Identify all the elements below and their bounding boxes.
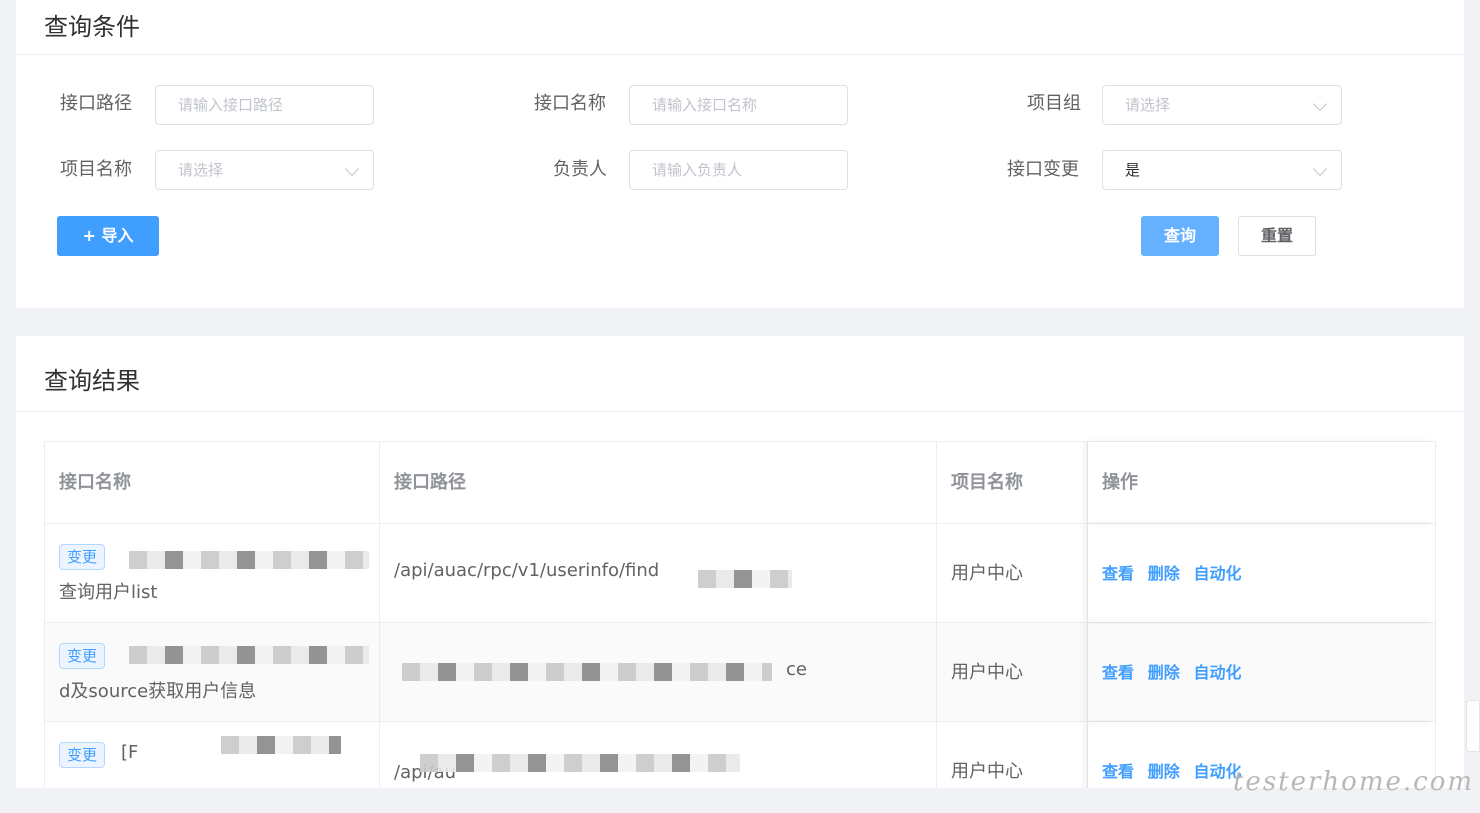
name-input[interactable]: 请输入接口名称 <box>629 85 848 125</box>
interface-name: d及source获取用户信息 <box>59 681 257 702</box>
redacted-block <box>402 663 772 681</box>
view-link[interactable]: 查看 <box>1102 762 1134 781</box>
interface-path: ce <box>786 659 807 680</box>
query-title: 查询条件 <box>16 0 1464 55</box>
chevron-down-icon <box>1312 96 1328 112</box>
column-header: 接口路径 <box>380 442 937 523</box>
delete-link[interactable]: 删除 <box>1148 564 1180 583</box>
actions-cell: 查看 删除 自动化 <box>1088 524 1435 622</box>
redacted-block <box>420 754 740 772</box>
project-cell: 用户中心 <box>937 524 1088 622</box>
automation-link[interactable]: 自动化 <box>1194 564 1242 583</box>
owner-label: 负责人 <box>553 159 607 180</box>
query-card: 查询条件 接口路径 请输入接口路径 接口名称 请输入接口名称 项目组 请选择 项… <box>16 0 1464 308</box>
delete-link[interactable]: 删除 <box>1148 663 1180 682</box>
delete-link[interactable]: 删除 <box>1148 762 1180 781</box>
redacted-block <box>129 646 369 664</box>
results-title: 查询结果 <box>16 336 1464 412</box>
column-header: 操作 <box>1088 442 1435 523</box>
search-button[interactable]: 查询 <box>1141 216 1219 256</box>
results-card: 查询结果 接口名称 接口路径 项目名称 操作 变更 查询用户list /api/… <box>16 336 1464 788</box>
group-label: 项目组 <box>1027 93 1081 114</box>
redacted-block <box>698 570 792 588</box>
project-cell: 用户中心 <box>937 722 1088 788</box>
interface-path: /api/auac/rpc/v1/userinfo/find <box>394 560 660 581</box>
column-header: 项目名称 <box>937 442 1088 523</box>
chevron-down-icon <box>344 161 360 177</box>
view-link[interactable]: 查看 <box>1102 564 1134 583</box>
change-tag: 变更 <box>59 742 106 768</box>
change-select[interactable]: 是 <box>1102 150 1342 190</box>
project-cell: 用户中心 <box>937 623 1088 721</box>
reset-button[interactable]: 重置 <box>1238 216 1316 256</box>
path-cell: ce <box>380 623 937 721</box>
change-label: 接口变更 <box>1007 159 1079 180</box>
results-table: 接口名称 接口路径 项目名称 操作 变更 查询用户list /api/auac/… <box>44 441 1436 788</box>
import-button[interactable]: + 导入 <box>57 216 159 256</box>
scroll-handle[interactable] <box>1466 700 1480 752</box>
project-select[interactable]: 请选择 <box>155 150 374 190</box>
redacted-block <box>129 551 369 569</box>
name-cell: 变更 查询用户list <box>45 524 380 622</box>
change-tag: 变更 <box>59 544 106 570</box>
change-select-text: 是 <box>1125 161 1141 179</box>
path-input[interactable]: 请输入接口路径 <box>155 85 374 125</box>
actions-cell: 查看 删除 自动化 <box>1088 623 1435 721</box>
name-label: 接口名称 <box>534 93 606 114</box>
group-select[interactable]: 请选择 <box>1102 85 1342 125</box>
path-cell: /api/auac/rpc/v1/userinfo/find <box>380 524 937 622</box>
group-select-text: 请选择 <box>1125 96 1171 114</box>
owner-input[interactable]: 请输入负责人 <box>629 150 848 190</box>
project-select-text: 请选择 <box>178 161 224 179</box>
change-tag: 变更 <box>59 643 106 669</box>
view-link[interactable]: 查看 <box>1102 663 1134 682</box>
name-cell: 变更 d及source获取用户信息 <box>45 623 380 721</box>
chevron-down-icon <box>1312 161 1328 177</box>
redacted-block <box>221 736 341 754</box>
table-row: 变更 d及source获取用户信息 ce 用户中心 查看 删除 自动化 <box>45 623 1435 722</box>
watermark: testerhome.com <box>1232 767 1474 797</box>
table-row: 变更 查询用户list /api/auac/rpc/v1/userinfo/fi… <box>45 524 1435 623</box>
automation-link[interactable]: 自动化 <box>1194 663 1242 682</box>
table-header: 接口名称 接口路径 项目名称 操作 <box>45 442 1435 524</box>
path-cell: /api/au <box>380 722 937 788</box>
column-header: 接口名称 <box>45 442 380 523</box>
table-row: 变更 [F /api/au 用户中心 查看 删除 自动化 <box>45 722 1435 788</box>
project-label: 项目名称 <box>60 159 132 180</box>
interface-name: [F <box>121 742 139 763</box>
path-label: 接口路径 <box>60 93 132 114</box>
name-cell: 变更 [F <box>45 722 380 788</box>
interface-name: 查询用户list <box>59 582 158 603</box>
